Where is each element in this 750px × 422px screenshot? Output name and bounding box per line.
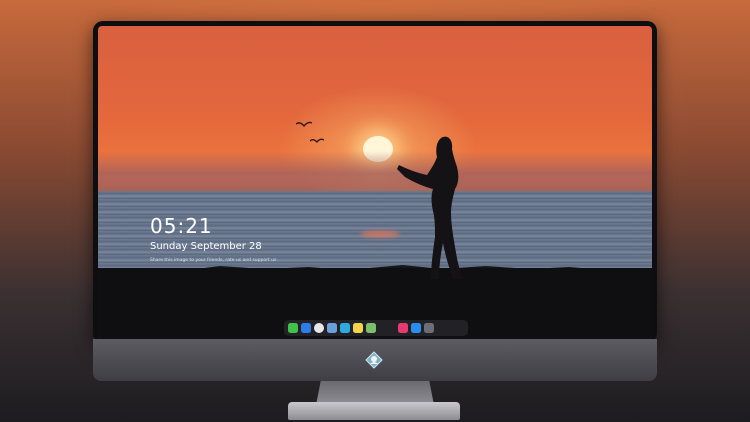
desktop-screen: 05:21 Sunday September 28 Share this ima…: [98, 26, 652, 339]
person-silhouette: [397, 136, 463, 279]
preview-icon[interactable]: [327, 323, 337, 333]
monitor-base: [288, 402, 460, 420]
music-icon[interactable]: [398, 323, 408, 333]
safari-icon[interactable]: [314, 323, 324, 333]
app-store-icon[interactable]: [411, 323, 421, 333]
brand-logo-icon: [365, 351, 383, 369]
bird-icon: [310, 138, 324, 143]
dock: [284, 320, 468, 336]
messages-icon[interactable]: [288, 323, 298, 333]
imac-monitor: 05:21 Sunday September 28 Share this ima…: [93, 21, 657, 381]
notes-icon[interactable]: [353, 323, 363, 333]
monitor-chin: [93, 339, 657, 381]
horizon-haze: [98, 151, 652, 196]
finder-icon[interactable]: [301, 323, 311, 333]
monitor-bezel: 05:21 Sunday September 28 Share this ima…: [93, 21, 657, 343]
photos-icon[interactable]: [366, 323, 376, 333]
lock-note: Share this image to your friends, rate u…: [150, 258, 277, 263]
bird-icon: [296, 121, 312, 128]
lock-clock: 05:21: [150, 214, 213, 238]
clapper-icon[interactable]: [340, 323, 350, 333]
dock-spacer: [379, 323, 395, 333]
camera-icon[interactable]: [424, 323, 434, 333]
lock-date: Sunday September 28: [150, 241, 262, 252]
